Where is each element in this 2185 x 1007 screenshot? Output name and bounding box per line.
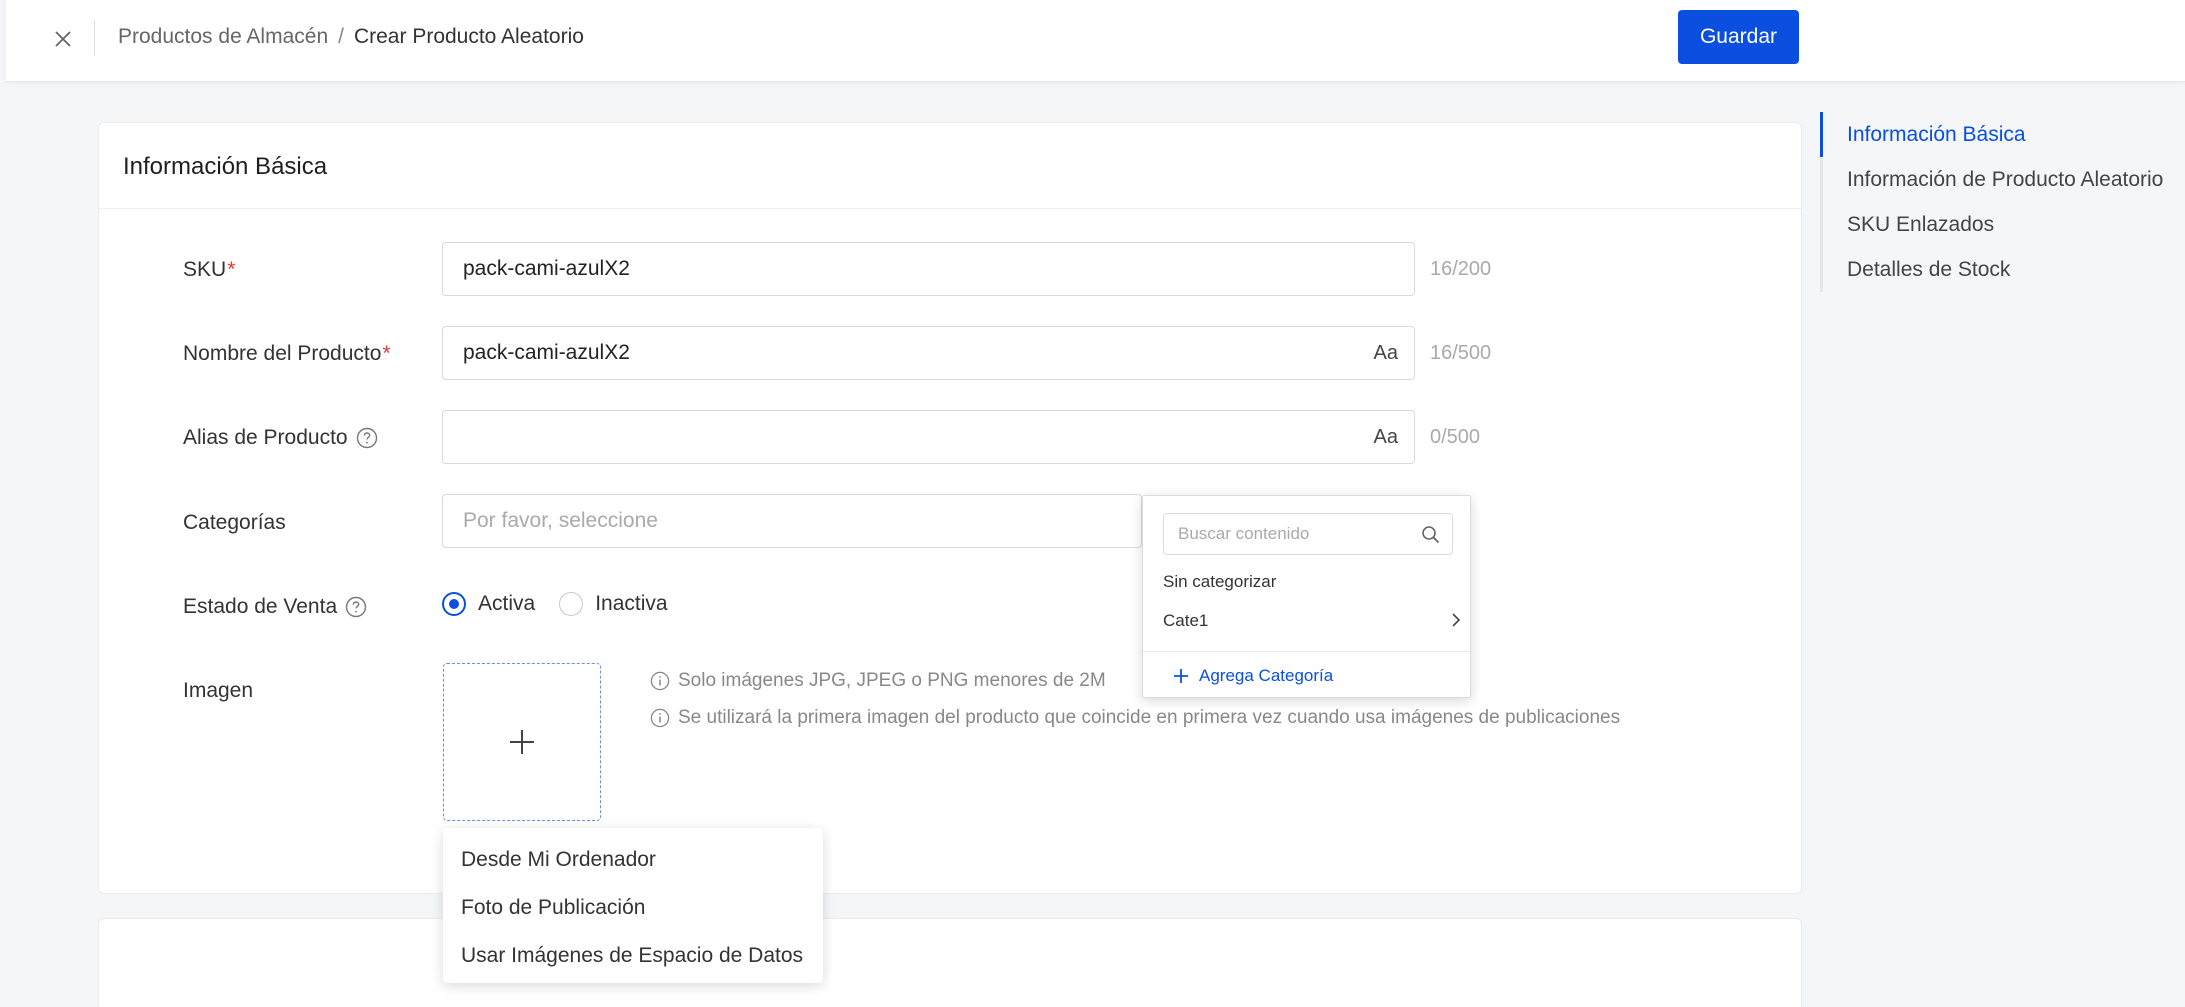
- product-name-counter: 16/500: [1430, 342, 1492, 364]
- section-title: Información Básica: [123, 153, 328, 180]
- upload-source-menu: Desde Mi Ordenador Foto de Publicación U…: [443, 828, 823, 983]
- sku-counter: 16/200: [1430, 258, 1492, 280]
- categories-placeholder: Por favor, seleccione: [463, 509, 658, 532]
- product-alias-counter: 0/500: [1430, 426, 1481, 448]
- radio-active[interactable]: Activa: [442, 592, 535, 616]
- close-button[interactable]: [46, 22, 80, 56]
- category-item-cate1[interactable]: Cate1: [1163, 611, 1208, 631]
- anchor-basic-info[interactable]: Información Básica: [1847, 123, 2026, 147]
- breadcrumb: Productos de Almacén / Crear Producto Alea…: [118, 25, 584, 49]
- product-name-label: Nombre del Producto *: [183, 342, 391, 366]
- menu-item-listing-photo[interactable]: Foto de Publicación: [443, 884, 823, 932]
- breadcrumb-separator: /: [338, 25, 344, 48]
- info-icon: [650, 708, 670, 728]
- card-divider: [99, 208, 1801, 209]
- required-marker: *: [382, 342, 391, 365]
- menu-item-data-space-images[interactable]: Usar Imágenes de Espacio de Datos: [443, 932, 823, 980]
- image-hint: Se utilizará la primera imagen del produ…: [650, 707, 1620, 729]
- image-hint: Solo imágenes JPG, JPEG o PNG menores de…: [650, 670, 1106, 692]
- question-circle-icon[interactable]: [356, 427, 378, 449]
- categories-label-text: Categorías: [183, 511, 286, 534]
- sale-status-label-text: Estado de Venta: [183, 595, 338, 618]
- categories-label: Categorías: [183, 511, 286, 535]
- search-icon: [1421, 525, 1440, 544]
- image-label: Imagen: [183, 679, 253, 703]
- anchor-active-indicator: [1820, 112, 1823, 157]
- plus-icon: [1173, 668, 1189, 684]
- breadcrumb-parent[interactable]: Productos de Almacén: [118, 25, 328, 48]
- product-name-value: pack-cami-azulX2: [463, 341, 630, 364]
- dropdown-divider: [1143, 651, 1470, 652]
- sku-label: SKU *: [183, 258, 235, 282]
- sku-label-text: SKU: [183, 258, 227, 281]
- anchor-random-product-info[interactable]: Información de Producto Aleatorio: [1847, 168, 2163, 192]
- required-marker: *: [227, 258, 236, 281]
- add-category-button[interactable]: Agrega Categoría: [1173, 666, 1333, 686]
- sku-value: pack-cami-azulX2: [463, 257, 630, 280]
- topbar-divider: [94, 20, 95, 56]
- category-search-placeholder: Buscar contenido: [1178, 524, 1310, 543]
- image-upload-box[interactable]: [443, 663, 601, 821]
- image-label-text: Imagen: [183, 679, 254, 702]
- category-dropdown: Buscar contenido Sin categorizar Cate1 A…: [1142, 495, 1471, 698]
- chevron-right-icon[interactable]: [1450, 612, 1462, 628]
- image-hint-text: Solo imágenes JPG, JPEG o PNG menores de…: [678, 670, 1106, 691]
- product-name-input[interactable]: pack-cami-azulX2 Aa: [442, 326, 1415, 380]
- image-hint-text: Se utilizará la primera imagen del produ…: [678, 707, 1621, 728]
- radio-inactive-label: Inactiva: [595, 592, 668, 615]
- top-bar: Productos de Almacén / Crear Producto Alea…: [6, 0, 2185, 82]
- categories-select[interactable]: Por favor, seleccione: [442, 494, 1142, 548]
- info-icon: [650, 671, 670, 691]
- question-circle-icon[interactable]: [345, 596, 367, 618]
- menu-item-from-computer[interactable]: Desde Mi Ordenador: [443, 836, 823, 884]
- sku-input[interactable]: pack-cami-azulX2: [442, 242, 1415, 296]
- product-alias-label-text: Alias de Producto: [183, 426, 348, 449]
- sale-status-radio-group: Activa Inactiva: [442, 592, 692, 616]
- radio-checked-icon: [442, 592, 466, 616]
- add-category-label: Agrega Categoría: [1199, 666, 1334, 685]
- product-alias-input[interactable]: Aa: [442, 410, 1415, 464]
- sale-status-label: Estado de Venta: [183, 595, 367, 619]
- radio-inactive[interactable]: Inactiva: [559, 592, 668, 616]
- radio-unchecked-icon: [559, 592, 584, 616]
- category-item-uncategorized[interactable]: Sin categorizar: [1163, 572, 1276, 592]
- anchor-linked-skus[interactable]: SKU Enlazados: [1847, 213, 1994, 237]
- case-toggle-button[interactable]: Aa: [1374, 426, 1398, 449]
- close-icon: [55, 31, 71, 47]
- case-toggle-button[interactable]: Aa: [1374, 342, 1398, 365]
- random-product-info-card: [98, 918, 1802, 1007]
- product-alias-label: Alias de Producto: [183, 426, 378, 450]
- category-search-input[interactable]: Buscar contenido: [1163, 513, 1453, 555]
- product-name-label-text: Nombre del Producto: [183, 342, 382, 365]
- anchor-stock-details[interactable]: Detalles de Stock: [1847, 258, 2010, 282]
- breadcrumb-current: Crear Producto Aleatorio: [353, 25, 584, 48]
- plus-icon: [510, 730, 534, 754]
- radio-active-label: Activa: [478, 592, 536, 615]
- save-button[interactable]: Guardar: [1678, 10, 1799, 64]
